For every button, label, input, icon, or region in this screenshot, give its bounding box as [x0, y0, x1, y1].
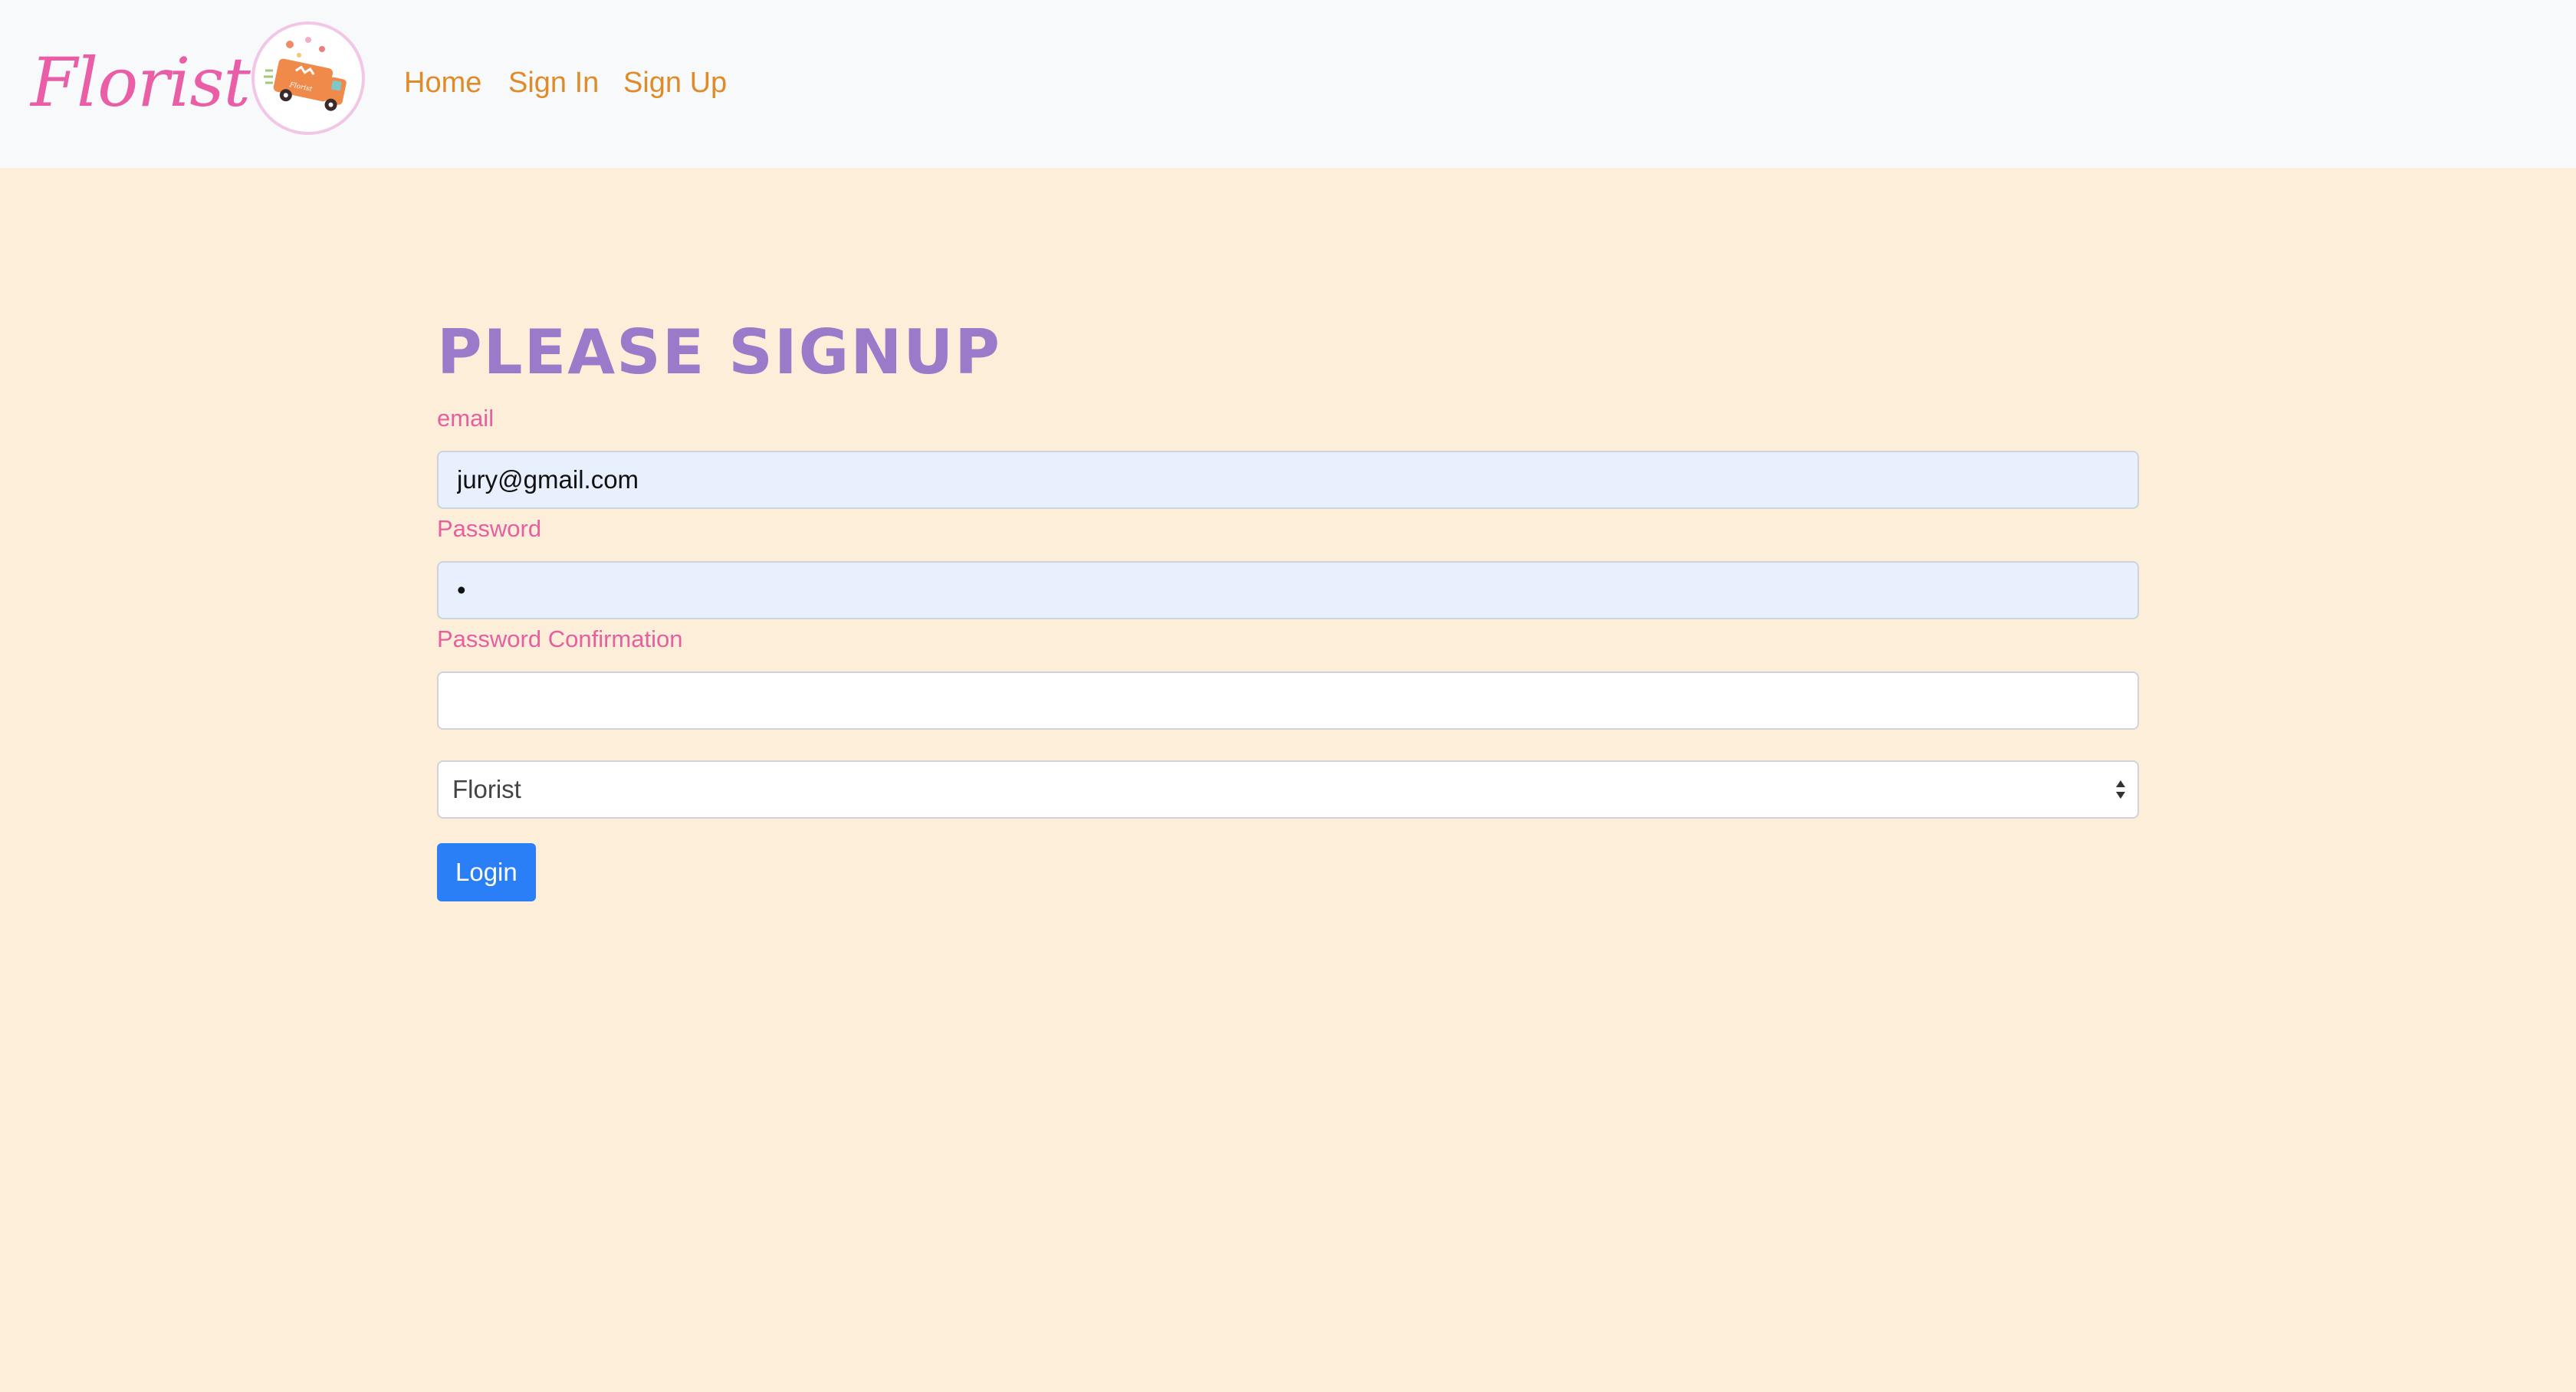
delivery-van-illustration: Florist — [264, 37, 347, 111]
password-field[interactable] — [437, 561, 2139, 619]
nav-link-home[interactable]: Home — [404, 60, 481, 106]
role-select-value: Florist — [437, 760, 2139, 819]
email-label: email — [437, 405, 495, 432]
role-select[interactable]: Florist — [437, 760, 2139, 819]
page-title: PLEASE SIGNUP — [437, 317, 1001, 388]
signup-form: PLEASE SIGNUP email Password Password Co… — [437, 307, 2139, 901]
email-field[interactable] — [437, 451, 2139, 509]
delivery-van-icon[interactable]: Florist — [251, 21, 365, 135]
password-confirmation-field[interactable] — [437, 671, 2139, 730]
brand-logo-text[interactable]: Florist — [31, 37, 251, 129]
nav-link-sign-in[interactable]: Sign In — [508, 60, 599, 106]
select-arrows-icon — [2116, 780, 2125, 799]
password-confirmation-label: Password Confirmation — [437, 625, 683, 652]
login-button[interactable]: Login — [437, 843, 536, 901]
nav-link-sign-up[interactable]: Sign Up — [623, 60, 727, 106]
navbar: Florist Florist Home Sign In Sign Up — [0, 0, 2576, 168]
password-label: Password — [437, 515, 542, 542]
